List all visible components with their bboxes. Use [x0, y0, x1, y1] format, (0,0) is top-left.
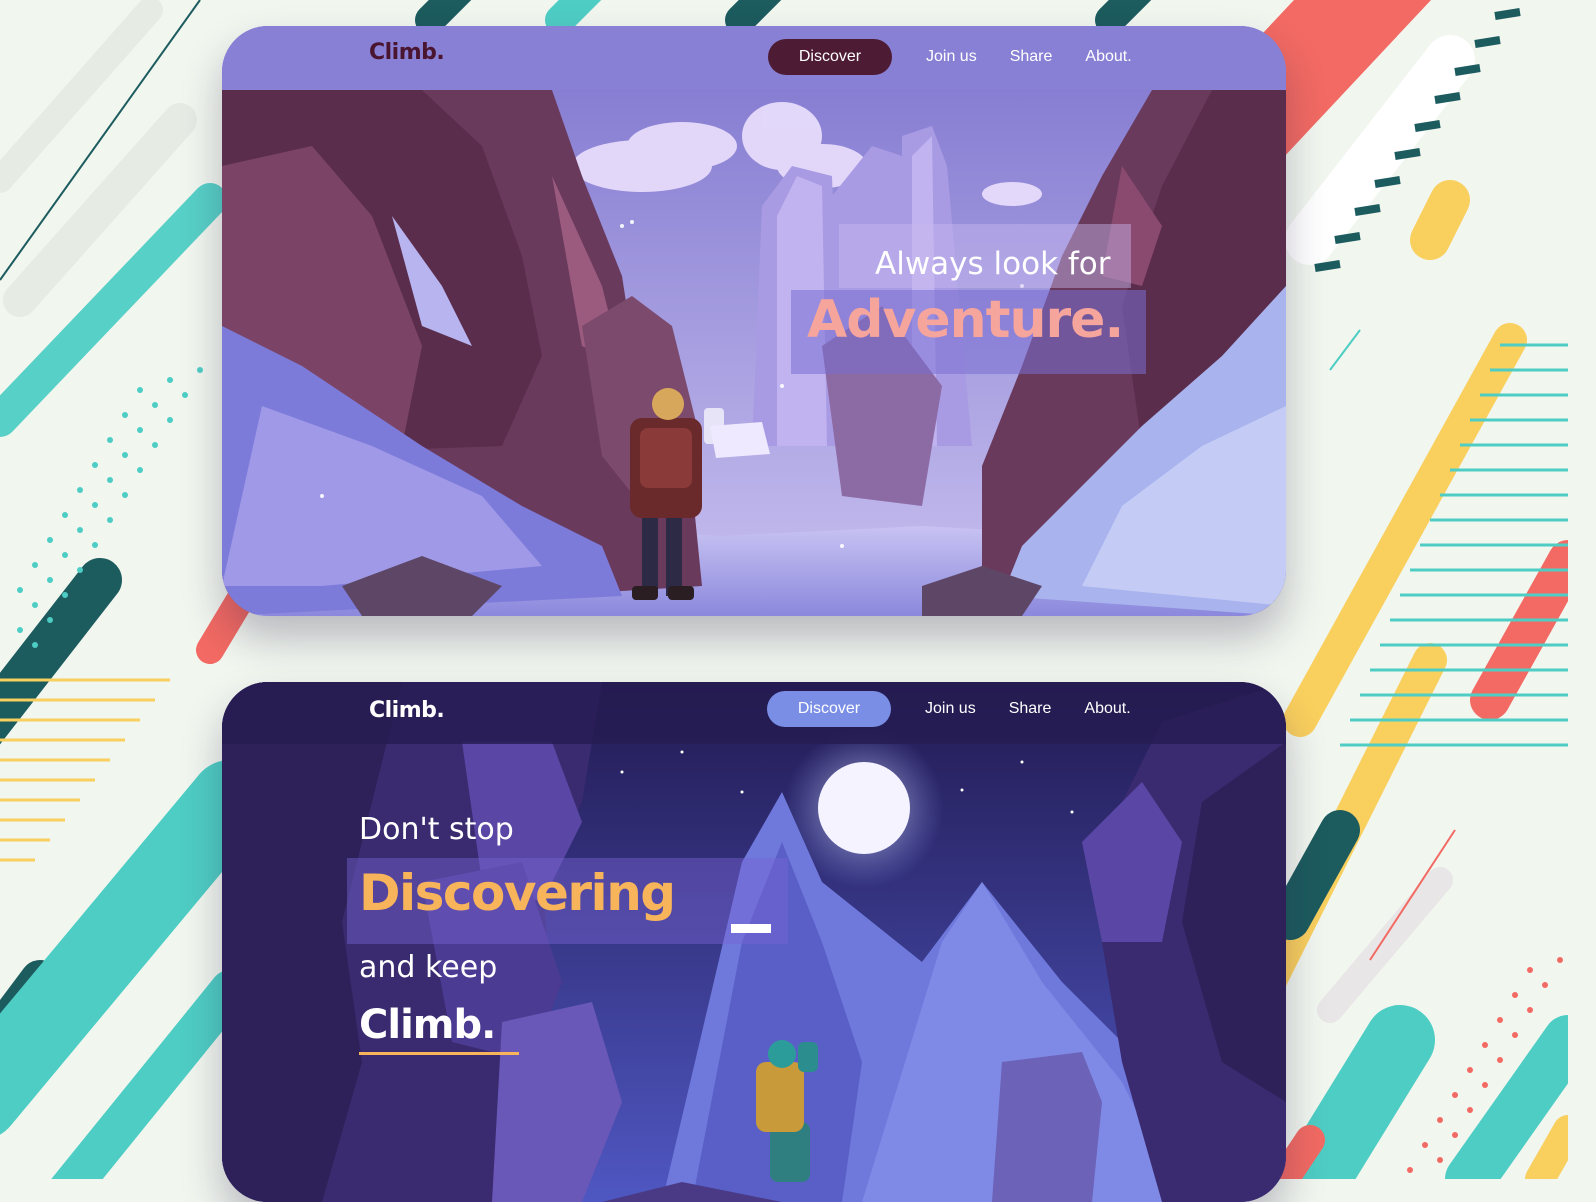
day-landing-card: Climb. Discover Join us Share About. Alw…	[222, 26, 1286, 616]
headline-line-2: Adventure.	[807, 290, 1124, 350]
nav-discover-button[interactable]: Discover	[767, 691, 891, 727]
headline-line-4: Climb.	[359, 1002, 496, 1048]
nav-links: Discover Join us Share About.	[768, 39, 1165, 75]
headline-line-2: Discovering	[359, 864, 676, 922]
nav-join-link[interactable]: Join us	[926, 48, 977, 66]
logo[interactable]: Climb.	[369, 698, 445, 723]
hero-headline: Always look for Adventure.	[791, 224, 1151, 374]
top-nav: Climb. Discover Join us Share About.	[222, 26, 1286, 90]
top-nav: Climb. Discover Join us Share About.	[222, 682, 1286, 744]
nav-about-link[interactable]: About.	[1084, 700, 1130, 718]
headline-underline	[359, 1052, 519, 1055]
hero-headline: Don't stop Discovering and keep Climb.	[347, 812, 807, 1055]
nav-discover-button[interactable]: Discover	[768, 39, 892, 75]
typing-cursor	[731, 924, 771, 933]
logo[interactable]: Climb.	[369, 40, 445, 65]
nav-share-link[interactable]: Share	[1010, 48, 1053, 66]
headline-line-1: Don't stop	[359, 812, 514, 847]
headline-line-3: and keep	[359, 950, 498, 985]
nav-join-link[interactable]: Join us	[925, 700, 976, 718]
nav-links: Discover Join us Share About.	[767, 691, 1164, 727]
night-landing-card: Climb. Discover Join us Share About. Don…	[222, 682, 1286, 1202]
nav-about-link[interactable]: About.	[1085, 48, 1131, 66]
headline-line-1: Always look for	[875, 246, 1111, 282]
nav-share-link[interactable]: Share	[1009, 700, 1052, 718]
